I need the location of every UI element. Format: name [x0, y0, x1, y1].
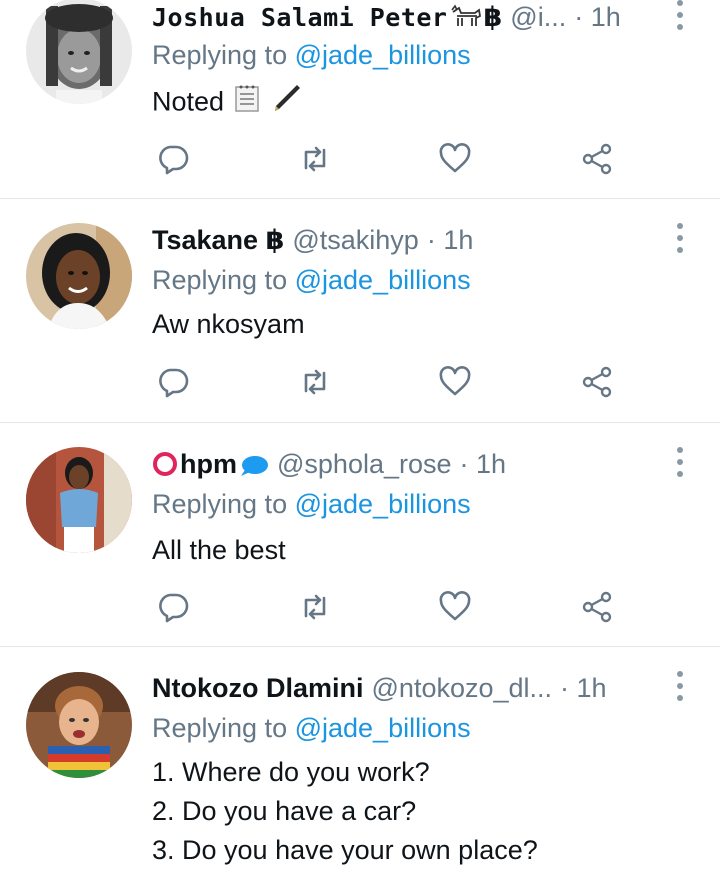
retweet-icon[interactable] — [298, 142, 332, 176]
tweet-item[interactable]: Tsakane  ฿ @tsakihyp · 1h Replying to @… — [0, 199, 720, 423]
display-name[interactable]: hpm — [180, 449, 237, 480]
tweet-text: All the best — [152, 535, 286, 565]
tweet-actions — [0, 142, 720, 176]
avatar[interactable] — [26, 0, 132, 104]
tweet-text: Noted — [152, 81, 303, 126]
mention-link[interactable]: @jade_billions — [295, 40, 471, 70]
timestamp[interactable]: · 1h — [560, 673, 607, 704]
timestamp[interactable]: · 1h — [427, 225, 474, 256]
heart-icon[interactable] — [438, 590, 472, 624]
timestamp[interactable]: · 1h — [574, 2, 621, 33]
avatar[interactable] — [26, 447, 132, 553]
handle[interactable]: @i... — [510, 2, 566, 33]
tweet-item[interactable]: Joshua Salami Peter ฿ @i... · 1h Replyin… — [0, 0, 720, 199]
tweet-header: Tsakane  ฿ @tsakihyp · 1h — [152, 223, 668, 257]
handle[interactable]: @sphola_rose — [277, 449, 452, 480]
avatar[interactable] — [26, 223, 132, 329]
handle[interactable]: @tsakihyp — [292, 225, 418, 256]
avatar[interactable] — [26, 672, 132, 778]
retweet-icon[interactable] — [298, 365, 332, 399]
mention-link[interactable]: @jade_billions — [295, 713, 471, 743]
mention-link[interactable]: @jade_billions — [295, 265, 471, 295]
donkey-emoji — [449, 4, 483, 30]
heart-icon[interactable] — [438, 365, 472, 399]
tweet-actions — [0, 590, 720, 624]
share-icon[interactable] — [580, 590, 614, 624]
more-vertical-icon[interactable] — [670, 447, 690, 477]
retweet-icon[interactable] — [298, 590, 332, 624]
name-suffix: ฿ — [483, 1, 503, 32]
more-vertical-icon[interactable] — [670, 223, 690, 253]
text-line: 3. Do you have your own place? — [152, 835, 538, 865]
share-icon[interactable] — [580, 142, 614, 176]
tweet-actions — [0, 365, 720, 399]
tweet-text: 1. Where do you work? 2. Do you have a c… — [152, 753, 538, 870]
tweet-header: Ntokozo Dlamini @ntokozo_dl... · 1h — [152, 671, 668, 705]
display-name[interactable]: Tsakane — [152, 225, 258, 256]
more-vertical-icon[interactable] — [670, 0, 690, 30]
speech-balloon-emoji — [239, 453, 269, 476]
display-name[interactable]: Ntokozo Dlamini — [152, 673, 364, 704]
more-vertical-icon[interactable] — [670, 671, 690, 701]
timestamp[interactable]: · 1h — [460, 449, 507, 480]
heart-icon[interactable] — [438, 142, 472, 176]
text-line: 1. Where do you work? — [152, 757, 430, 787]
display-name[interactable]: Joshua Salami Peter — [152, 3, 447, 32]
replying-to: Replying to @jade_billions — [152, 265, 471, 295]
tweet-header: hpm @sphola_rose · 1h — [152, 447, 668, 481]
tweet-item[interactable]: Ntokozo Dlamini @ntokozo_dl... · 1h Repl… — [0, 647, 720, 873]
notepad-emoji — [232, 83, 262, 124]
mention-link[interactable]: @jade_billions — [295, 489, 471, 519]
tweet-item[interactable]: hpm @sphola_rose · 1h Replying to @jade_… — [0, 423, 720, 647]
replying-to: Replying to @jade_billions — [152, 489, 471, 519]
tweet-header: Joshua Salami Peter ฿ @i... · 1h — [152, 0, 668, 34]
red-circle-emoji — [152, 451, 178, 477]
tweet-text: Aw nkosyam — [152, 309, 305, 339]
pen-emoji — [269, 81, 303, 126]
reply-icon[interactable] — [156, 142, 190, 176]
reply-icon[interactable] — [156, 590, 190, 624]
handle[interactable]: @ntokozo_dl... — [372, 673, 553, 704]
reply-icon[interactable] — [156, 365, 190, 399]
replying-to: Replying to @jade_billions — [152, 40, 471, 70]
text-line: 2. Do you have a car? — [152, 796, 417, 826]
replying-to: Replying to @jade_billions — [152, 713, 471, 743]
name-suffix:  ฿ — [258, 224, 285, 255]
share-icon[interactable] — [580, 365, 614, 399]
